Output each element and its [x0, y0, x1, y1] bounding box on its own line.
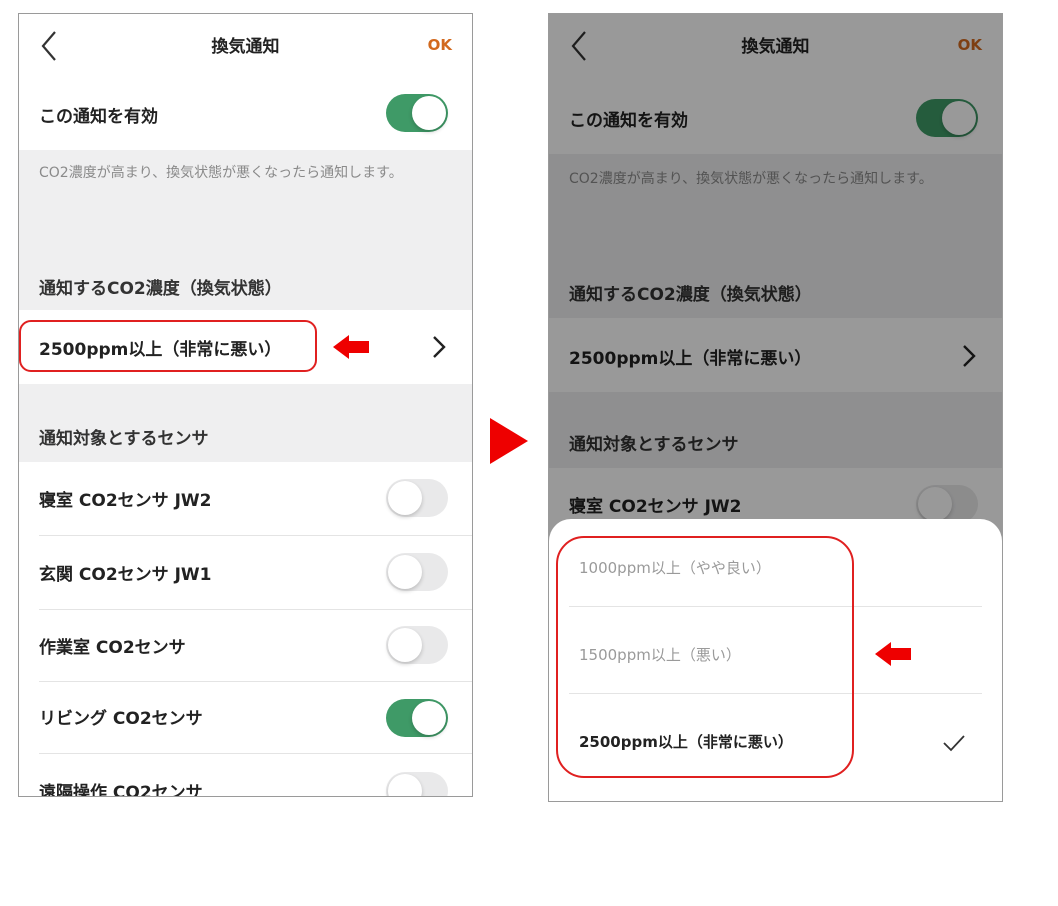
highlight-box: [556, 536, 854, 778]
enable-row: この通知を有効: [19, 78, 472, 150]
toggle-knob: [388, 628, 422, 662]
nav-bar: 換気通知 OK: [19, 14, 472, 78]
phone-screen-before: 換気通知 OK この通知を有効 CO2濃度が高まり、換気状態が悪くなったら通知し…: [18, 13, 473, 797]
toggle-knob: [412, 701, 446, 735]
chevron-right-icon: [433, 336, 446, 358]
sensor-name: 遠隔操作 CO2センサ: [39, 783, 203, 797]
sensor-name: 玄関 CO2センサ JW1: [39, 565, 212, 585]
sensor-toggle[interactable]: [386, 772, 448, 796]
sensor-toggle[interactable]: [386, 553, 448, 591]
enable-label: この通知を有効: [39, 107, 158, 127]
sensor-name: 寝室 CO2センサ JW2: [39, 491, 212, 511]
phone-screen-after: 換気通知 OK この通知を有効 CO2濃度が高まり、換気状態が悪くなったら通知し…: [548, 13, 1003, 802]
sensor-name: リビング CO2センサ: [39, 709, 203, 729]
toggle-knob: [388, 774, 422, 796]
left-arrow-icon: [333, 335, 369, 359]
left-arrow-icon: [875, 642, 911, 666]
sensor-row: 遠隔操作 CO2センサ: [19, 754, 472, 797]
threshold-section-label: 通知するCO2濃度（換気状態）: [39, 279, 282, 299]
ok-button[interactable]: OK: [428, 36, 452, 54]
sensors-section: 通知対象とするセンサ: [19, 384, 472, 462]
sensors-section-label: 通知対象とするセンサ: [39, 429, 209, 449]
description-section: CO2濃度が高まり、換気状態が悪くなったら通知します。 通知するCO2濃度（換気…: [19, 150, 472, 310]
description-text: CO2濃度が高まり、換気状態が悪くなったら通知します。: [39, 165, 403, 181]
enable-toggle[interactable]: [386, 94, 448, 132]
checkmark-icon: [943, 735, 965, 752]
toggle-knob: [388, 481, 422, 515]
sensor-row: 寝室 CO2センサ JW2: [19, 462, 472, 536]
sensor-row: 玄関 CO2センサ JW1: [19, 536, 472, 610]
toggle-knob: [388, 555, 422, 589]
sensor-row: 作業室 CO2センサ: [19, 610, 472, 682]
sensor-name: 作業室 CO2センサ: [39, 638, 186, 658]
toggle-knob: [412, 96, 446, 130]
page-title: 換気通知: [211, 37, 280, 57]
sensor-toggle[interactable]: [386, 626, 448, 664]
sensor-toggle[interactable]: [386, 479, 448, 517]
sensor-row: リビング CO2センサ: [19, 682, 472, 754]
transition-arrow-icon: [490, 418, 528, 464]
highlight-box: [19, 320, 317, 372]
sensor-toggle[interactable]: [386, 699, 448, 737]
